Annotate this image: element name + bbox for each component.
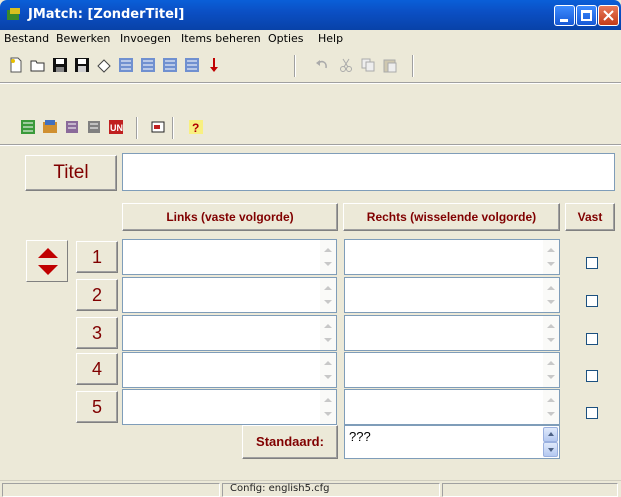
standaard-value: ??? <box>349 429 371 444</box>
window-title: JMatch: [ZonderTitel] <box>28 7 185 22</box>
vast-checkbox[interactable] <box>586 295 598 307</box>
row-number[interactable]: 2 <box>76 279 118 311</box>
menu-bestand[interactable]: Bestand <box>4 32 49 45</box>
toolbar-separator <box>412 55 414 77</box>
links-field[interactable] <box>122 352 337 388</box>
app-icon <box>7 8 20 20</box>
spin-up-button[interactable] <box>543 427 558 442</box>
export-1-icon[interactable] <box>118 57 134 73</box>
scrollbar[interactable] <box>543 390 559 424</box>
menu-opties[interactable]: Opties <box>268 32 304 45</box>
menu-bar: Bestand Bewerken Invoegen Items beheren … <box>0 30 621 49</box>
arrow-up-icon[interactable] <box>38 248 58 258</box>
vast-checkbox[interactable] <box>586 407 598 419</box>
spin-down-button[interactable] <box>543 442 558 457</box>
status-pane <box>2 483 220 497</box>
menu-invoegen[interactable]: Invoegen <box>120 32 171 45</box>
row-number[interactable]: 3 <box>76 317 118 349</box>
copy-icon[interactable] <box>360 57 376 73</box>
title-bar: JMatch: [ZonderTitel] <box>0 0 621 30</box>
links-column-header: Links (vaste volgorde) <box>122 203 338 231</box>
standaard-label: Standaard: <box>242 425 338 459</box>
export-2-icon[interactable] <box>140 57 156 73</box>
svg-text:UN: UN <box>110 123 123 133</box>
tool-d-icon[interactable] <box>86 119 102 135</box>
menu-bewerken[interactable]: Bewerken <box>56 32 110 45</box>
status-bar: Config: english5.cfg <box>0 480 621 497</box>
main-toolbar <box>0 50 621 80</box>
rechts-column-header: Rechts (wisselende volgorde) <box>343 203 560 231</box>
rechts-field[interactable] <box>344 277 560 313</box>
tool-e-icon[interactable] <box>150 119 166 135</box>
links-field[interactable] <box>122 239 337 275</box>
titel-label: Titel <box>25 155 117 191</box>
tool-un-icon[interactable]: UN <box>108 119 124 135</box>
row-number[interactable]: 1 <box>76 241 118 273</box>
rechts-field[interactable] <box>344 239 560 275</box>
rechts-field[interactable] <box>344 389 560 425</box>
close-icon <box>603 10 614 21</box>
row-number[interactable]: 5 <box>76 391 118 423</box>
row-number[interactable]: 4 <box>76 353 118 385</box>
titel-input[interactable] <box>122 153 615 191</box>
minimize-button[interactable] <box>554 5 575 26</box>
export-4-icon[interactable] <box>184 57 200 73</box>
status-text: Config: english5.cfg <box>230 483 330 494</box>
divider <box>0 82 621 84</box>
menu-items-beheren[interactable]: Items beheren <box>181 32 261 45</box>
scrollbar[interactable] <box>543 353 559 387</box>
scrollbar[interactable] <box>543 240 559 274</box>
help-icon[interactable]: ? <box>188 119 204 135</box>
save-icon[interactable] <box>52 57 68 73</box>
vast-checkbox[interactable] <box>586 333 598 345</box>
scrollbar[interactable] <box>320 240 336 274</box>
toolbar-separator <box>136 117 138 139</box>
arrow-down-icon[interactable] <box>38 265 58 275</box>
menu-help[interactable]: Help <box>318 32 343 45</box>
tool-a-icon[interactable] <box>20 119 36 135</box>
undo-icon[interactable] <box>314 57 330 73</box>
save-as-icon[interactable] <box>74 57 90 73</box>
scrollbar[interactable] <box>320 353 336 387</box>
scrollbar[interactable] <box>543 316 559 350</box>
down-arrow-icon[interactable] <box>206 57 222 73</box>
new-icon[interactable] <box>8 57 24 73</box>
tool-b-icon[interactable] <box>42 119 58 135</box>
standaard-spinner[interactable] <box>543 427 558 457</box>
maximize-button[interactable] <box>576 5 597 26</box>
close-button[interactable] <box>598 5 619 26</box>
cut-icon[interactable] <box>338 57 354 73</box>
clear-icon[interactable] <box>96 57 112 73</box>
vast-checkbox[interactable] <box>586 370 598 382</box>
scrollbar[interactable] <box>320 316 336 350</box>
status-pane <box>442 483 618 497</box>
scrollbar[interactable] <box>320 390 336 424</box>
open-icon[interactable] <box>30 57 46 73</box>
scrollbar[interactable] <box>543 278 559 312</box>
links-field[interactable] <box>122 389 337 425</box>
rechts-field[interactable] <box>344 352 560 388</box>
vast-checkbox[interactable] <box>586 257 598 269</box>
rechts-field[interactable] <box>344 315 560 351</box>
paste-icon[interactable] <box>382 57 398 73</box>
tool-c-icon[interactable] <box>64 119 80 135</box>
secondary-toolbar: UN ? <box>0 112 621 142</box>
move-buttons[interactable] <box>26 240 68 282</box>
links-field[interactable] <box>122 315 337 351</box>
toolbar-separator <box>172 117 174 139</box>
export-3-icon[interactable] <box>162 57 178 73</box>
links-field[interactable] <box>122 277 337 313</box>
divider <box>0 144 621 146</box>
scrollbar[interactable] <box>320 278 336 312</box>
standaard-field[interactable]: ??? <box>344 425 560 459</box>
vast-column-header: Vast <box>565 203 615 231</box>
svg-text:?: ? <box>192 121 199 135</box>
toolbar-separator <box>294 55 296 77</box>
